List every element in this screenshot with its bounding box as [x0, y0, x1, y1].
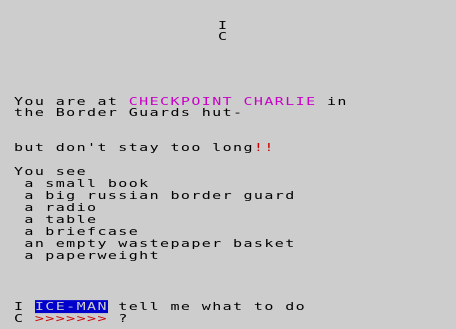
list-item: a table: [14, 213, 98, 227]
warning-text: but don't stay too long: [14, 141, 254, 155]
location-description: the Border Guards hut-: [14, 106, 244, 120]
input-cursor-arrows: >>>>>>>: [34, 312, 108, 326]
input-prefix: C: [14, 312, 35, 326]
prompt-text: tell me what to do: [107, 300, 307, 314]
list-item: a big russian border guard: [14, 189, 296, 203]
header-indicator-bottom: C: [218, 30, 228, 44]
command-prompt: I ICE-MAN tell me what to do: [14, 300, 307, 314]
input-suffix: ?: [107, 312, 129, 326]
command-input[interactable]: C >>>>>>> ?: [14, 312, 129, 326]
location-line: You are at CHECKPOINT CHARLIE in: [14, 95, 348, 109]
list-item: a paperweight: [14, 249, 161, 263]
game-screen: I C You are at CHECKPOINT CHARLIE in the…: [0, 0, 456, 329]
warning-exclaim: !!: [253, 141, 275, 155]
list-item: a small book: [14, 177, 150, 191]
list-item: a briefcase: [14, 225, 140, 239]
list-item: a radio: [14, 201, 98, 215]
items-heading: You see: [14, 165, 88, 179]
warning-line: but don't stay too long!!: [14, 141, 275, 155]
header-indicator-top: I: [218, 19, 228, 33]
location-suffix: in: [316, 95, 348, 109]
list-item: an empty wastepaper basket: [14, 237, 296, 251]
